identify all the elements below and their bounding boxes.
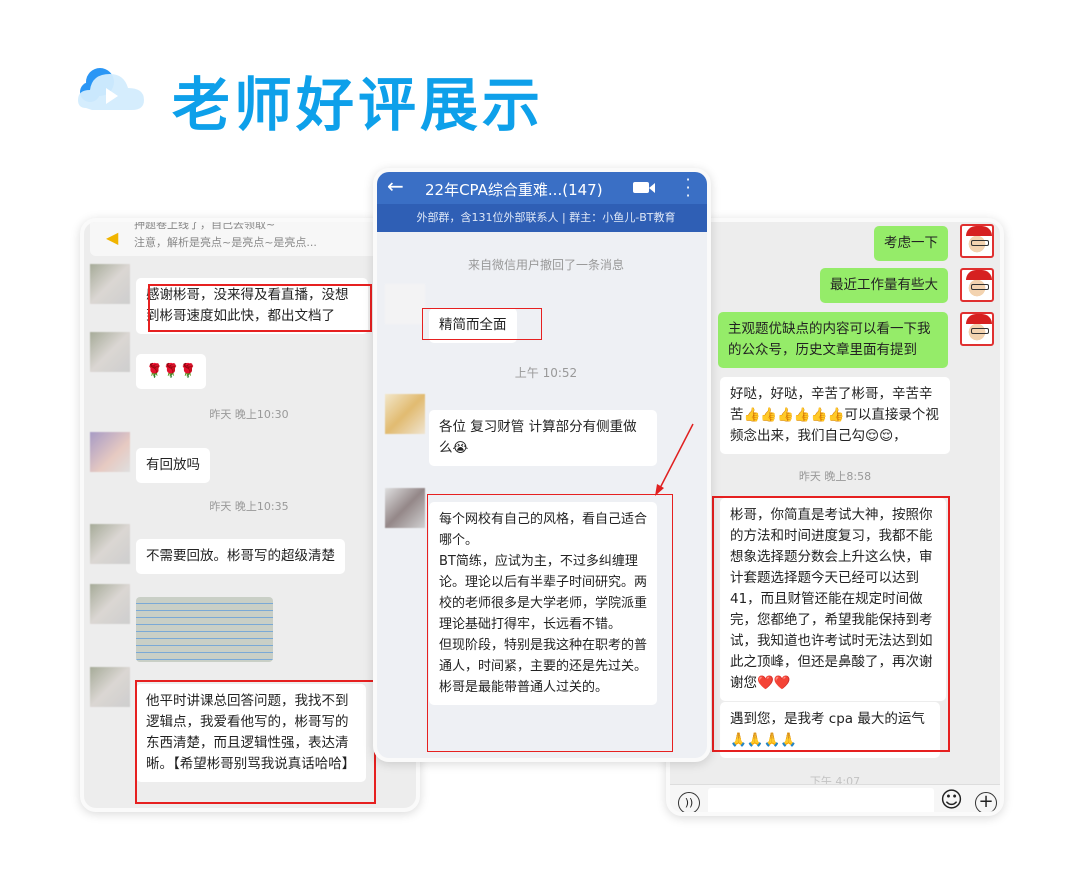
avatar <box>385 394 425 434</box>
notice-text: 押题卷上线了，自己去领取~ <box>134 218 276 231</box>
avatar <box>90 432 130 472</box>
cloud-play-icon <box>78 60 150 120</box>
message-bubble: 感谢彬哥，没来得及看直播，没想到彬哥速度如此快，都出文档了 <box>136 278 368 334</box>
message-bubble: 有回放吗 <box>136 448 210 483</box>
speaker-icon: ◀ <box>106 228 119 247</box>
avatar <box>385 488 425 528</box>
avatar <box>960 312 994 346</box>
message-bubble: 各位 复习财管 计算部分有侧重做么😭 <box>429 410 657 466</box>
message-bubble: 主观题优缺点的内容可以看一下我的公众号，历史文章里面有提到 <box>718 312 948 368</box>
timestamp: 昨天 晚上10:30 <box>209 408 289 421</box>
page-title: 老师好评展示 <box>172 71 545 139</box>
avatar <box>90 264 130 304</box>
voice-icon[interactable]: )) <box>678 792 700 812</box>
message-bubble: 好哒，好哒，辛苦了彬哥，辛苦辛苦👍👍👍👍👍👍可以直接录个视频念出来，我们自己勾😌… <box>720 377 950 454</box>
notice-text: 注意，解析是亮点~是亮点~是亮点... <box>134 236 317 249</box>
arrow-annotation <box>655 423 694 496</box>
timestamp: 昨天 晚上8:58 <box>798 470 872 483</box>
video-call-icon[interactable] <box>633 182 649 193</box>
avatar <box>385 284 425 324</box>
chat-title: 22年CPA综合重难...(147) <box>425 181 603 199</box>
timestamp: 上午 10:52 <box>514 366 578 380</box>
chat-screenshot-right: 考虑一下 最近工作量有些大 主观题优缺点的内容可以看一下我的公众号，历史文章里面… <box>666 218 1004 816</box>
recall-notice: 来自微信用户撤回了一条消息 <box>467 258 624 272</box>
avatar <box>90 524 130 564</box>
message-bubble: 彬哥，你简直是考试大神，按照你的方法和时间进度复习，我都不能想象选择题分数会上升… <box>720 498 946 701</box>
message-bubble: 精简而全面 <box>429 308 517 343</box>
chat-screenshot-middle: ← 22年CPA综合重难...(147) · · · 外部群，含131位外部联系人 … <box>373 168 711 762</box>
more-icon[interactable]: · · · <box>683 172 693 204</box>
message-bubble: 遇到您，是我考 cpa 最大的运气🙏🙏🙏🙏 <box>720 702 940 758</box>
timestamp: 昨天 晚上10:35 <box>209 500 289 513</box>
avatar <box>90 584 130 624</box>
message-bubble: 最近工作量有些大 <box>820 268 948 303</box>
image-message[interactable] <box>136 597 273 662</box>
message-bubble: 每个网校有自己的风格，看自己适合哪个。 BT简练，应试为主，不过多纠缠理论。理论… <box>429 502 657 705</box>
chat-screenshot-left: ◀ 押题卷上线了，自己去领取~ 注意，解析是亮点~是亮点~是亮点... 感谢彬哥… <box>80 218 420 812</box>
avatar <box>960 224 994 258</box>
back-icon[interactable]: ← <box>387 174 404 198</box>
message-bubble: 不需要回放。彬哥写的超级清楚 <box>136 539 345 574</box>
message-bubble: 考虑一下 <box>874 226 948 261</box>
emoji-icon[interactable]: ☺ <box>940 790 963 812</box>
message-bubble: 🌹🌹🌹 <box>136 354 207 389</box>
avatar <box>90 332 130 372</box>
plus-icon[interactable]: + <box>975 792 997 812</box>
video-call-icon-lens <box>649 183 655 193</box>
group-subheader: 外部群，含131位外部联系人 | 群主：小鱼儿-BT教育 <box>377 204 707 232</box>
message-input[interactable] <box>708 788 934 812</box>
message-bubble: 他平时讲课总回答问题，我找不到逻辑点，我爱看他写的，彬哥写的东西清楚，而且逻辑性… <box>136 684 366 782</box>
avatar <box>90 667 130 707</box>
avatar <box>960 268 994 302</box>
